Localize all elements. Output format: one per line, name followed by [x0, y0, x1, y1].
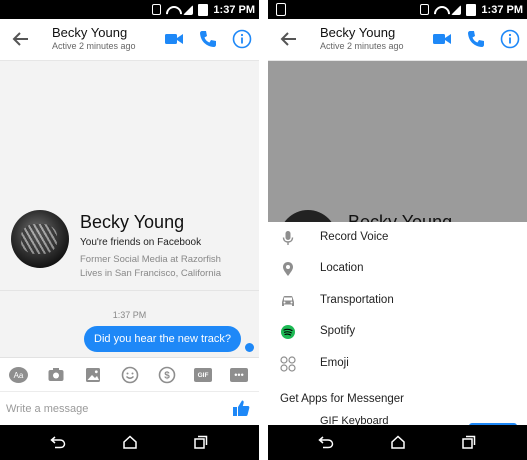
nav-home-icon[interactable]: [390, 435, 406, 449]
gallery-icon[interactable]: [84, 366, 102, 384]
emoji-grid-icon: [280, 356, 296, 372]
sent-message-bubble[interactable]: Did you hear the new track?: [84, 326, 241, 352]
phone-more-menu-screen: 1:37 PM Becky Young Active 2 minutes ago…: [268, 0, 527, 460]
sheet-item-transportation[interactable]: Transportation: [268, 285, 527, 316]
back-arrow-icon[interactable]: [280, 29, 298, 49]
phone-call-icon[interactable]: [198, 29, 218, 49]
chat-header: Becky Young Active 2 minutes ago: [0, 19, 259, 61]
phone-call-icon[interactable]: [466, 29, 486, 49]
sticker-icon[interactable]: [121, 366, 139, 384]
phone-chat-screen: 1:37 PM Becky Young Active 2 minutes ago…: [0, 0, 259, 460]
screenshot-separator: [259, 0, 268, 460]
status-time: 1:37 PM: [213, 3, 255, 16]
friends-status: You're friends on Facebook: [80, 237, 202, 248]
wifi-icon: [166, 5, 178, 15]
back-arrow-icon[interactable]: [12, 29, 30, 49]
read-receipt-icon: [245, 343, 254, 352]
nav-recents-icon[interactable]: [193, 435, 209, 449]
profile-name: Becky Young: [80, 212, 185, 232]
text-style-button[interactable]: Aa: [9, 367, 28, 383]
dim-overlay[interactable]: Becky Young: [268, 61, 527, 268]
sheet-item-location[interactable]: Location: [268, 253, 527, 284]
screenshot-notification-icon: [276, 3, 286, 16]
android-navbar: [0, 425, 259, 460]
message-input[interactable]: [6, 398, 216, 420]
battery-icon: [198, 3, 209, 16]
signal-icon: [451, 4, 462, 15]
get-apps-section-title: Get Apps for Messenger: [280, 393, 405, 405]
gif-button[interactable]: GIF: [194, 368, 212, 382]
profile-avatar[interactable]: [11, 210, 69, 268]
sheet-item-label: Emoji: [320, 357, 349, 369]
message-timestamp: 1:37 PM: [112, 310, 147, 320]
sheet-item-label: Location: [320, 262, 364, 274]
sheet-item-spotify[interactable]: Spotify: [268, 316, 527, 347]
chat-header: Becky Young Active 2 minutes ago: [268, 19, 527, 61]
payment-icon[interactable]: $: [158, 366, 176, 384]
nav-back-icon[interactable]: [50, 435, 66, 449]
video-call-icon[interactable]: [164, 29, 184, 49]
profile-work: Former Social Media at Razorfish: [80, 254, 221, 265]
sheet-item-label: Transportation: [320, 294, 394, 306]
contact-name[interactable]: Becky Young: [52, 25, 127, 40]
status-time: 1:37 PM: [481, 3, 523, 16]
nav-home-icon[interactable]: [122, 435, 138, 449]
sheet-item-label: Spotify: [320, 325, 356, 337]
battery-icon: [466, 3, 477, 16]
active-status: Active 2 minutes ago: [320, 41, 404, 51]
nav-recents-icon[interactable]: [461, 435, 477, 449]
vibrate-icon: [152, 4, 162, 15]
vibrate-icon: [420, 4, 430, 15]
sheet-item-record-voice[interactable]: Record Voice: [268, 222, 527, 253]
car-icon: [282, 296, 294, 306]
sheet-item-emoji[interactable]: Emoji: [268, 348, 527, 379]
video-call-icon[interactable]: [432, 29, 452, 49]
profile-location: Lives in San Francisco, California: [80, 268, 221, 279]
status-bar: 1:37 PM: [0, 0, 259, 19]
signal-icon: [183, 4, 194, 15]
thumbs-up-icon[interactable]: [232, 399, 250, 417]
wifi-icon: [434, 5, 446, 15]
composer-toolbar: Aa $ GIF •••: [0, 357, 259, 391]
location-pin-icon: [283, 262, 293, 276]
camera-icon[interactable]: [47, 366, 65, 384]
active-status: Active 2 minutes ago: [52, 41, 136, 51]
svg-text:$: $: [164, 371, 170, 382]
info-icon[interactable]: [232, 29, 252, 49]
nav-back-icon[interactable]: [318, 435, 334, 449]
status-bar: 1:37 PM: [268, 0, 527, 19]
app-item-gif-keyboard[interactable]: GIF Keyboard: [320, 415, 388, 425]
spotify-icon: [281, 325, 295, 339]
microphone-icon: [282, 231, 294, 245]
contact-name[interactable]: Becky Young: [320, 25, 395, 40]
divider: [0, 290, 259, 291]
more-options-sheet: Record Voice Location Transportation Spo…: [268, 222, 527, 425]
message-composer: [0, 391, 259, 425]
android-navbar: [268, 425, 527, 460]
info-icon[interactable]: [500, 29, 520, 49]
sheet-item-label: Record Voice: [320, 231, 389, 243]
more-options-button[interactable]: •••: [230, 368, 248, 382]
